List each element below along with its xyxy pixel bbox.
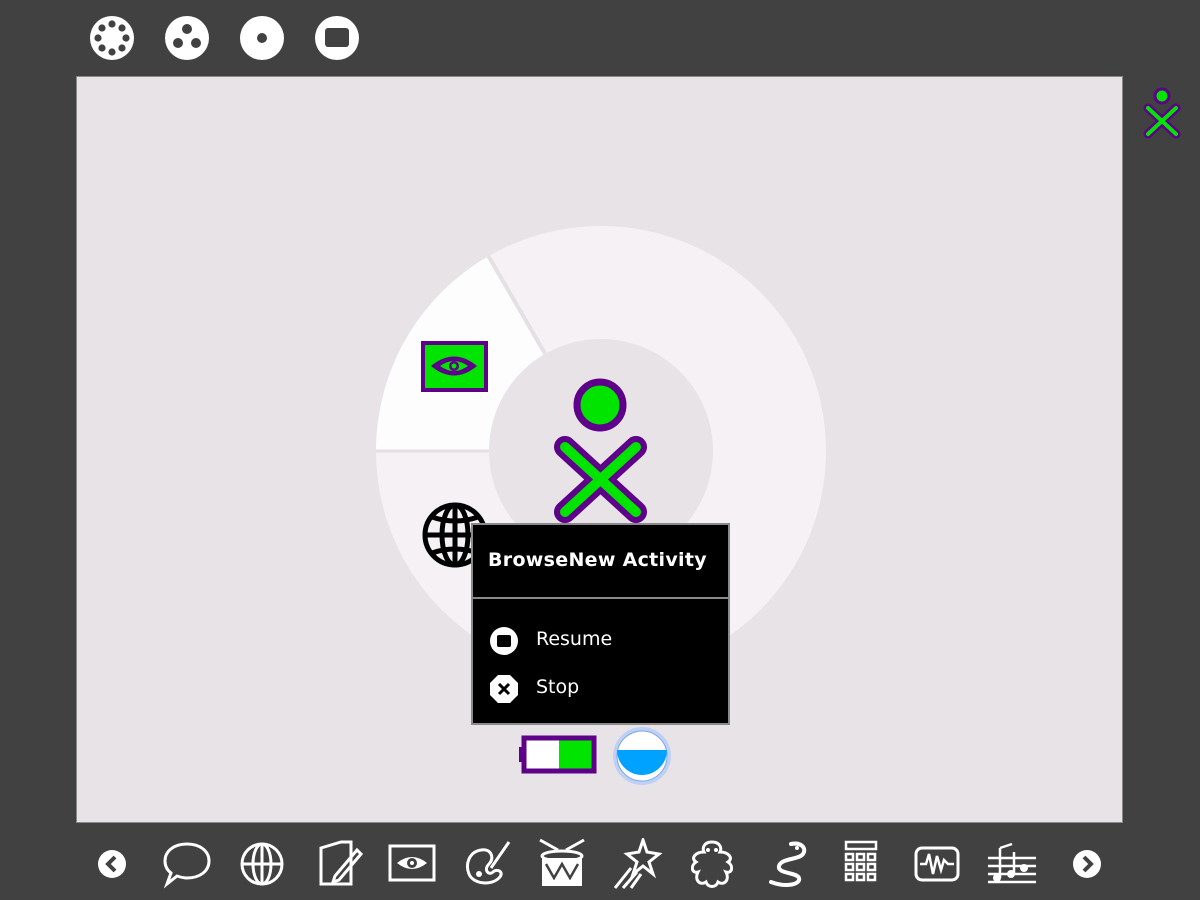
group-view-button[interactable] — [164, 15, 210, 61]
write-icon[interactable] — [311, 838, 363, 890]
tamtamedit-icon[interactable] — [986, 838, 1038, 890]
view-source-icon[interactable] — [421, 341, 488, 392]
activity-palette: BrowseNew Activity Resume Stop — [471, 523, 730, 725]
measure-icon[interactable] — [911, 838, 963, 890]
chat-icon[interactable] — [161, 838, 213, 890]
journal-volume-icon[interactable] — [613, 727, 671, 785]
calculate-icon[interactable] — [836, 838, 888, 890]
palette-separator — [473, 597, 728, 599]
stop-menu-item[interactable]: Stop — [473, 666, 728, 706]
home-view-button[interactable] — [239, 15, 285, 61]
home-icon — [257, 33, 267, 43]
imageviewer-icon[interactable] — [386, 838, 438, 890]
xo-buddy-icon[interactable] — [1142, 86, 1184, 140]
turtleart-icon[interactable] — [611, 838, 663, 890]
stop-label: Stop — [536, 676, 580, 698]
resume-icon — [490, 627, 518, 655]
palette-title: BrowseNew Activity — [488, 549, 707, 571]
pippy-icon[interactable] — [761, 838, 813, 890]
etoys-icon[interactable] — [686, 838, 738, 890]
activity-icon — [325, 28, 349, 47]
battery-icon[interactable] — [519, 735, 597, 774]
resume-label: Resume — [536, 628, 613, 650]
stop-icon — [490, 675, 518, 703]
scroll-left-icon[interactable] — [86, 838, 138, 890]
browse-tray-icon[interactable] — [236, 838, 288, 890]
activity-view-button[interactable] — [314, 15, 360, 61]
paint-icon[interactable] — [461, 838, 513, 890]
neighborhood-view-button[interactable] — [89, 15, 135, 61]
tamtam-icon[interactable] — [536, 838, 588, 890]
scroll-right-icon[interactable] — [1061, 838, 1113, 890]
resume-menu-item[interactable]: Resume — [473, 618, 728, 658]
home-canvas: BrowseNew Activity Resume Stop — [76, 76, 1123, 823]
